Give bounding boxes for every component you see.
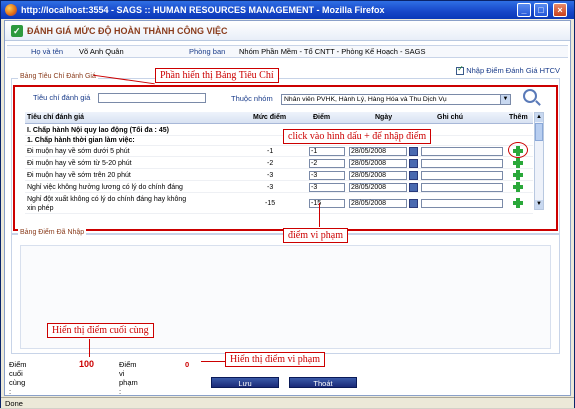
search-icon[interactable] — [523, 89, 537, 103]
score-input[interactable]: -15 — [309, 199, 345, 208]
enter-score-option[interactable]: Nhập Điểm Đánh Giá HTCV — [456, 64, 560, 76]
annotation-arrow — [89, 339, 90, 357]
firefox-icon — [5, 4, 17, 16]
date-input[interactable]: 28/05/2008 — [349, 147, 407, 156]
save-button[interactable]: Lưu — [211, 377, 279, 388]
page-header: ĐÁNH GIÁ MỨC ĐỘ HOÀN THÀNH CÔNG VIỆC — [5, 21, 570, 41]
criteria-name: Đi muộn hay về sớm dưới 5 phút — [27, 148, 130, 155]
title-bar: http://localhost:3554 - SAGS :: HUMAN RE… — [1, 1, 574, 19]
criteria-table: Tiêu chí đánh giá Mức điểm Điểm Ngày Ghi… — [25, 112, 545, 214]
browser-window: http://localhost:3554 - SAGS :: HUMAN RE… — [0, 0, 575, 408]
final-score-value: 100 — [79, 359, 95, 369]
checkmark-icon — [11, 21, 23, 41]
maximize-button[interactable]: □ — [534, 3, 548, 17]
calendar-icon[interactable] — [409, 199, 418, 208]
score-input[interactable]: -1 — [309, 147, 345, 156]
final-score-label: Điểm cuối cùng : — [9, 360, 27, 396]
criteria-level: -15 — [265, 200, 276, 207]
group-select-value: Nhân viên PVHK, Hành Lý, Hàng Hóa và Thu… — [284, 96, 447, 103]
table-row: Đi muộn hay về sớm dưới 5 phút -1 -1 28/… — [25, 146, 533, 157]
criteria-level: -3 — [267, 172, 274, 179]
window-title: http://localhost:3554 - SAGS :: HUMAN RE… — [21, 5, 385, 15]
criteria-level: -1 — [267, 148, 274, 155]
group-label: Thuộc nhóm — [231, 94, 273, 103]
col-score: Điểm — [313, 114, 331, 121]
table-scrollbar[interactable]: ▲ ▼ — [534, 112, 544, 210]
note-input[interactable] — [421, 199, 503, 208]
group-select[interactable]: Nhân viên PVHK, Hành Lý, Hàng Hóa và Thu… — [281, 94, 511, 105]
table-header: Tiêu chí đánh giá Mức điểm Điểm Ngày Ghi… — [25, 112, 533, 124]
violation-value: 0 — [185, 360, 190, 369]
name-value: Võ Anh Quân — [79, 47, 124, 56]
criteria-name-cont: xin phép — [27, 205, 54, 212]
page-title: ĐÁNH GIÁ MỨC ĐỘ HOÀN THÀNH CÔNG VIỆC — [27, 26, 228, 36]
date-input[interactable]: 28/05/2008 — [349, 171, 407, 180]
note-input[interactable] — [421, 147, 503, 156]
col-level: Mức điểm — [253, 114, 287, 121]
minimize-button[interactable]: _ — [517, 3, 531, 17]
criteria-name: Nghỉ việc không hưởng lương có lý do chí… — [27, 184, 183, 191]
col-date: Ngày — [375, 114, 393, 121]
col-add: Thêm — [509, 114, 528, 121]
table-row: Đi muộn hay về sớm từ 5-20 phút -2 -2 28… — [25, 158, 533, 169]
col-note: Ghi chú — [437, 114, 464, 121]
calendar-icon[interactable] — [409, 183, 418, 192]
subgroup-row: 1. Chấp hành thời gian làm việc: — [25, 135, 533, 146]
criteria-name: Đi muộn hay về sớm trên 20 phút — [27, 172, 131, 179]
annotation-final-score: Hiển thị điểm cuối cùng — [47, 323, 154, 338]
criteria-legend: Bảng Tiêu Chí Đánh Giá — [18, 73, 98, 80]
calendar-icon[interactable] — [409, 171, 418, 180]
annotation-criteria-area: Phần hiển thị Bảng Tiêu Chí — [155, 68, 279, 83]
dept-value: Nhóm Phần Mềm - Tổ CNTT - Phòng Kế Hoạch… — [239, 47, 426, 56]
scroll-up-icon[interactable]: ▲ — [535, 113, 543, 122]
annotation-circle — [508, 142, 528, 158]
annotation-arrow — [201, 361, 225, 362]
scroll-thumb[interactable] — [535, 123, 543, 141]
calendar-icon[interactable] — [409, 159, 418, 168]
criteria-filter: Tiêu chí đánh giá — [33, 93, 207, 104]
criteria-level: -3 — [267, 184, 274, 191]
table-row: Nghỉ đột xuất không có lý do chính đáng … — [25, 194, 533, 214]
add-plus-icon[interactable] — [513, 198, 523, 208]
name-label: Họ và tên — [31, 47, 64, 56]
enter-score-checkbox[interactable] — [456, 64, 465, 76]
employee-info: Họ và tên Võ Anh Quân Phòng ban Nhóm Phầ… — [7, 45, 568, 58]
note-input[interactable] — [421, 183, 503, 192]
exit-button[interactable]: Thoát — [289, 377, 357, 388]
violation-label: Điểm vi phạm : — [119, 360, 138, 396]
subgroup-title: 1. Chấp hành thời gian làm việc: — [27, 137, 135, 144]
status-bar: Done — [1, 397, 574, 408]
enter-score-label: Nhập Điểm Đánh Giá HTCV — [466, 66, 560, 75]
col-criteria: Tiêu chí đánh giá — [27, 114, 85, 121]
annotation-arrow — [319, 203, 320, 227]
entered-legend: Bảng Điểm Đã Nhập — [18, 229, 87, 236]
chevron-down-icon: ▼ — [500, 95, 510, 104]
table-row: Nghỉ việc không hưởng lương có lý do chí… — [25, 182, 533, 193]
annotation-violation-points: điểm vi phạm — [283, 228, 348, 243]
date-input[interactable]: 28/05/2008 — [349, 199, 407, 208]
table-row: Đi muộn hay về sớm trên 20 phút -3 -3 28… — [25, 170, 533, 181]
date-input[interactable]: 28/05/2008 — [349, 183, 407, 192]
add-plus-icon[interactable] — [513, 158, 523, 168]
score-input[interactable]: -3 — [309, 183, 345, 192]
status-text: Done — [5, 399, 23, 408]
add-plus-icon[interactable] — [513, 170, 523, 180]
criteria-search-input[interactable] — [98, 93, 207, 104]
score-input[interactable]: -2 — [309, 159, 345, 168]
note-input[interactable] — [421, 159, 503, 168]
calendar-icon[interactable] — [409, 147, 418, 156]
annotation-violation-display: Hiển thị điểm vi phạm — [225, 352, 325, 367]
criteria-level: -2 — [267, 160, 274, 167]
note-input[interactable] — [421, 171, 503, 180]
score-input[interactable]: -3 — [309, 171, 345, 180]
add-plus-icon[interactable] — [513, 182, 523, 192]
scroll-down-icon[interactable]: ▼ — [535, 200, 543, 209]
annotation-click-plus: click vào hình dấu + để nhập điểm — [283, 129, 432, 144]
date-input[interactable]: 28/05/2008 — [349, 159, 407, 168]
close-button[interactable]: × — [553, 3, 567, 17]
filter-label: Tiêu chí đánh giá — [33, 93, 91, 102]
criteria-name: Đi muộn hay về sớm từ 5-20 phút — [27, 160, 132, 167]
dept-label: Phòng ban — [189, 47, 226, 56]
page-content: ĐÁNH GIÁ MỨC ĐỘ HOÀN THÀNH CÔNG VIỆC Họ … — [4, 20, 571, 396]
